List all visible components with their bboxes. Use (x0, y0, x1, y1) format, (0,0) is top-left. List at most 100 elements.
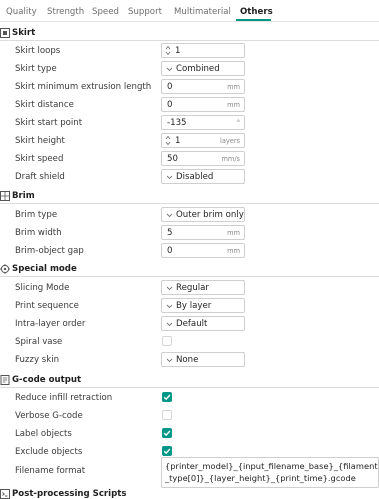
row-skirt-min-length: Skirt minimum extrusion length 0 mm (0, 79, 379, 95)
skirt-speed-input[interactable]: 50 mm/s (161, 151, 245, 166)
label-objects-checkbox[interactable] (162, 428, 172, 438)
skirt-loops-value: 1 (175, 46, 181, 56)
brim-width-input[interactable]: 5 mm (161, 225, 245, 240)
row-label-objects: Label objects (0, 426, 379, 442)
row-intra-layer-order: Intra-layer order Default (0, 316, 379, 332)
post-processing-icon (0, 489, 10, 499)
brim-gap-value: 0 (167, 246, 173, 256)
skirt-distance-label: Skirt distance (15, 100, 74, 110)
chevron-down-icon (166, 322, 173, 327)
skirt-loops-label: Skirt loops (15, 46, 61, 56)
brim-type-select[interactable]: Outer brim only (161, 207, 245, 222)
slicing-mode-label: Slicing Mode (15, 283, 70, 293)
section-divider (0, 387, 379, 388)
tab-speed[interactable]: Speed (92, 7, 119, 17)
slicing-mode-select[interactable]: Regular (161, 280, 245, 295)
tab-quality[interactable]: Quality (6, 7, 37, 17)
exclude-objects-label: Exclude objects (15, 447, 83, 457)
filename-format-input[interactable]: {printer_model}_{input_filename_base}_{f… (161, 457, 379, 488)
tab-others[interactable]: Others (240, 7, 273, 17)
skirt-icon (0, 28, 10, 38)
section-title: Skirt (12, 28, 36, 38)
active-tab-indicator (236, 19, 271, 21)
exclude-objects-checkbox[interactable] (162, 446, 172, 456)
spin-arrows-icon[interactable] (165, 135, 171, 146)
chevron-down-icon (166, 67, 173, 72)
fuzzy-skin-select[interactable]: None (161, 352, 245, 367)
print-sequence-select[interactable]: By layer (161, 298, 245, 313)
brim-icon (0, 191, 10, 201)
skirt-start-point-label: Skirt start point (15, 118, 83, 128)
brim-gap-input[interactable]: 0 mm (161, 243, 245, 258)
tab-strength[interactable]: Strength (47, 7, 84, 17)
skirt-height-label: Skirt height (15, 136, 65, 146)
section-divider (0, 276, 379, 277)
row-spiral-vase: Spiral vase (0, 334, 379, 350)
section-title: Post-processing Scripts (12, 489, 127, 499)
settings-tab-bar: Quality Strength Speed Support Multimate… (0, 0, 379, 22)
row-draft-shield: Draft shield Disabled (0, 169, 379, 185)
label-objects-label: Label objects (15, 429, 72, 439)
row-print-sequence: Print sequence By layer (0, 298, 379, 314)
draft-shield-value: Disabled (176, 172, 214, 182)
brim-width-value: 5 (167, 228, 173, 238)
filename-format-value: {printer_model}_{input_filename_base}_{f… (165, 461, 378, 483)
unit-label: ° (236, 119, 240, 127)
section-title: Special mode (12, 264, 77, 274)
skirt-speed-value: 50 (167, 154, 178, 164)
brim-gap-label: Brim-object gap (15, 246, 84, 256)
skirt-height-spin[interactable]: 1 layers (161, 133, 245, 148)
skirt-type-value: Combined (176, 64, 220, 74)
skirt-loops-spin[interactable]: 1 (161, 43, 245, 58)
fuzzy-skin-label: Fuzzy skin (15, 355, 60, 365)
row-slicing-mode: Slicing Mode Regular (0, 280, 379, 296)
unit-label: mm (227, 247, 240, 255)
tab-multimaterial[interactable]: Multimaterial (174, 7, 231, 17)
row-skirt-height: Skirt height 1 layers (0, 133, 379, 149)
row-skirt-type: Skirt type Combined (0, 61, 379, 77)
row-skirt-distance: Skirt distance 0 mm (0, 97, 379, 113)
row-brim-gap: Brim-object gap 0 mm (0, 243, 379, 259)
unit-label: mm/s (221, 155, 240, 163)
unit-label: mm (227, 229, 240, 237)
unit-label: mm (227, 83, 240, 91)
skirt-min-length-input[interactable]: 0 mm (161, 79, 245, 94)
skirt-start-point-input[interactable]: -135 ° (161, 115, 245, 130)
section-divider (0, 203, 379, 204)
verbose-gcode-checkbox[interactable] (162, 410, 172, 420)
skirt-distance-input[interactable]: 0 mm (161, 97, 245, 112)
chevron-down-icon (166, 175, 173, 180)
section-brim: Brim (0, 191, 379, 204)
gcode-output-icon (0, 375, 10, 385)
reduce-infill-retraction-checkbox[interactable] (162, 392, 172, 402)
skirt-distance-value: 0 (167, 100, 173, 110)
section-special-mode: Special mode (0, 264, 379, 277)
spiral-vase-checkbox[interactable] (162, 336, 172, 346)
slicing-mode-value: Regular (176, 283, 209, 293)
unit-label: layers (220, 137, 240, 145)
row-verbose-gcode: Verbose G-code (0, 408, 379, 424)
intra-layer-order-select[interactable]: Default (161, 316, 245, 331)
draft-shield-select[interactable]: Disabled (161, 169, 245, 184)
print-sequence-label: Print sequence (15, 301, 79, 311)
tab-support[interactable]: Support (128, 7, 162, 17)
skirt-min-length-label: Skirt minimum extrusion length (15, 82, 152, 92)
row-fuzzy-skin: Fuzzy skin None (0, 352, 379, 368)
filename-format-label: Filename format (15, 466, 86, 476)
brim-type-label: Brim type (15, 210, 58, 220)
chevron-down-icon (166, 213, 173, 218)
verbose-gcode-label: Verbose G-code (15, 411, 83, 421)
spin-arrows-icon[interactable] (165, 45, 171, 56)
skirt-speed-label: Skirt speed (15, 154, 64, 164)
skirt-start-point-value: -135 (167, 118, 187, 128)
unit-label: mm (227, 101, 240, 109)
skirt-type-label: Skirt type (15, 64, 57, 74)
section-title: G-code output (12, 375, 82, 385)
special-mode-icon (0, 264, 10, 274)
chevron-down-icon (166, 358, 173, 363)
skirt-type-select[interactable]: Combined (161, 61, 245, 76)
intra-layer-order-value: Default (176, 319, 208, 329)
section-gcode-output: G-code output (0, 375, 379, 388)
draft-shield-label: Draft shield (15, 172, 65, 182)
chevron-down-icon (166, 304, 173, 309)
